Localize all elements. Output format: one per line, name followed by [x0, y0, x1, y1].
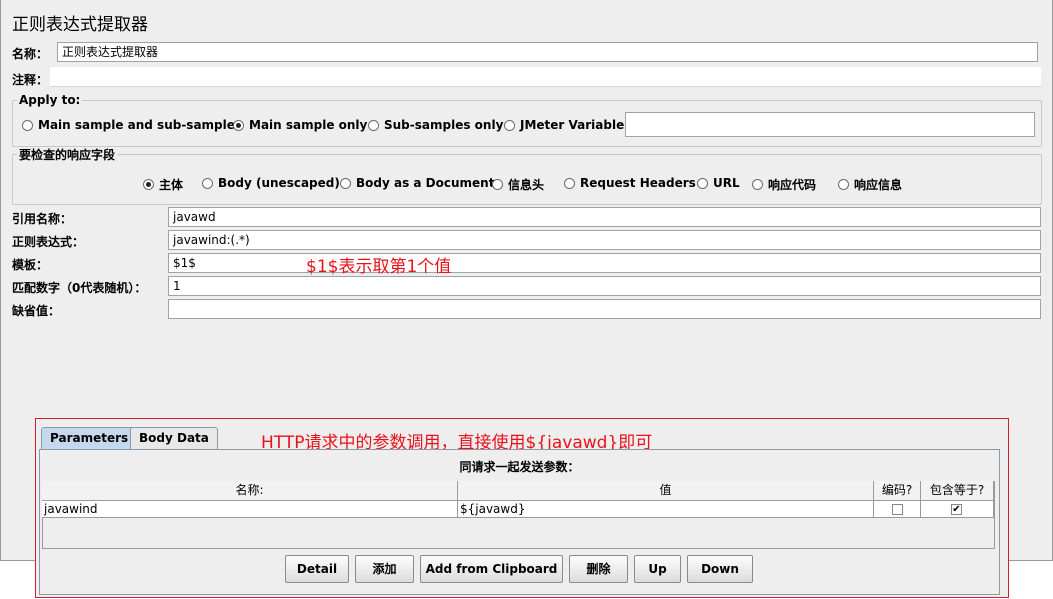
radio-sub-only[interactable]: Sub-samples only [368, 118, 503, 132]
delete-button[interactable]: 删除 [569, 555, 628, 583]
checkmark-icon: ✔ [952, 504, 961, 515]
radio-button-icon [838, 179, 849, 190]
regex-label: 正则表达式： [12, 235, 85, 249]
default-value-input[interactable] [168, 299, 1041, 319]
radio-label: Request Headers [580, 176, 696, 190]
radio-request-headers[interactable]: Request Headers [564, 176, 696, 190]
radio-label: 响应信息 [854, 178, 903, 192]
radio-label: Body (unescaped) [218, 176, 340, 190]
template-annotation: $1$表示取第1个值 [306, 257, 452, 277]
radio-label: JMeter Variable [520, 118, 625, 132]
down-button[interactable]: Down [687, 555, 753, 583]
name-label: 名称： [12, 47, 49, 61]
detail-button[interactable]: Detail [285, 555, 349, 583]
col-header-encode[interactable]: 编码? [874, 481, 921, 501]
match-no-input[interactable]: 1 [168, 276, 1041, 296]
col-header-name[interactable]: 名称: [42, 481, 458, 501]
page-title: 正则表达式提取器 [12, 15, 148, 35]
radio-main-and-sub[interactable]: Main sample and sub-samples [22, 118, 242, 132]
radio-url[interactable]: URL [697, 176, 740, 190]
table-cell-name[interactable]: javawind [42, 501, 458, 518]
radio-label: 主体 [159, 178, 184, 192]
regex-input[interactable]: javawind:(.*) [168, 230, 1041, 250]
radio-response-code[interactable]: 响应代码 [752, 176, 816, 193]
radio-button-icon [492, 179, 503, 190]
template-label: 模板： [12, 258, 49, 272]
radio-response-message[interactable]: 响应信息 [838, 176, 902, 193]
tab-body-data[interactable]: Body Data [130, 427, 218, 449]
radio-body[interactable]: 主体 [143, 176, 183, 193]
comment-label: 注释： [12, 73, 49, 87]
radio-label: Sub-samples only [384, 118, 504, 132]
radio-label: URL [713, 176, 740, 190]
ref-name-label: 引用名称： [12, 212, 73, 226]
radio-jmeter-variable[interactable]: JMeter Variable [504, 118, 624, 132]
radio-body-unescaped[interactable]: Body (unescaped) [202, 176, 340, 190]
template-input[interactable]: $1$ [168, 253, 1041, 273]
radio-button-icon [504, 119, 515, 131]
match-no-label: 匹配数字（0代表随机）： [12, 281, 147, 295]
table-cell-value[interactable]: ${javawd} [458, 501, 874, 518]
radio-button-icon [564, 177, 575, 189]
radio-label: Main sample and sub-samples [38, 118, 243, 132]
radio-body-as-document[interactable]: Body as a Document [340, 176, 494, 190]
col-header-value[interactable]: 值 [458, 481, 874, 501]
radio-label: 响应代码 [768, 178, 817, 192]
radio-button-icon [697, 177, 708, 189]
include-equals-checkbox[interactable]: ✔ [951, 504, 962, 515]
radio-label: Main sample only [249, 118, 368, 132]
radio-label: 信息头 [508, 178, 545, 192]
encode-checkbox[interactable] [892, 504, 903, 515]
radio-button-selected-icon [233, 119, 244, 131]
ref-name-input[interactable]: javawd [168, 207, 1041, 227]
radio-button-icon [22, 119, 33, 131]
radio-button-selected-icon [143, 179, 154, 190]
apply-to-legend: Apply to: [19, 93, 81, 107]
name-field[interactable]: 正则表达式提取器 [57, 42, 1038, 62]
radio-button-icon [752, 179, 763, 190]
radio-button-icon [202, 177, 213, 189]
up-button[interactable]: Up [634, 555, 681, 583]
tab-parameters[interactable]: Parameters [41, 427, 138, 449]
radio-button-icon [368, 119, 379, 131]
default-value-label: 缺省值： [12, 304, 61, 318]
comment-field[interactable] [50, 67, 1041, 87]
response-field-legend: 要检查的响应字段 [19, 148, 116, 162]
radio-main-only[interactable]: Main sample only [233, 118, 367, 132]
radio-button-icon [340, 177, 351, 189]
radio-label: Body as a Document [356, 176, 495, 190]
params-caption: 同请求一起发送参数： [459, 460, 580, 474]
add-button[interactable]: 添加 [355, 555, 414, 583]
add-from-clipboard-button[interactable]: Add from Clipboard [420, 555, 563, 583]
radio-headers[interactable]: 信息头 [492, 176, 544, 193]
jmeter-variable-input[interactable] [625, 112, 1035, 137]
col-header-include-equals[interactable]: 包含等于? [921, 481, 994, 501]
